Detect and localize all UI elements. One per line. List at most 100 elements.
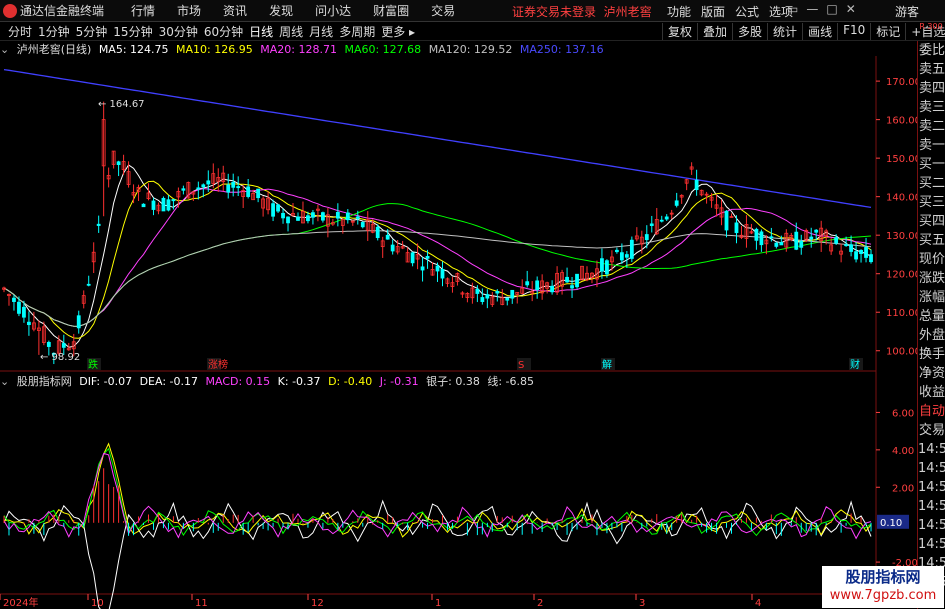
candle-body <box>844 244 849 247</box>
candle-body <box>814 229 819 233</box>
time-axis-label: 10 <box>91 598 104 609</box>
candle-body <box>694 179 699 191</box>
side-item-2[interactable]: 卖四 <box>918 79 945 98</box>
kline-chart[interactable]: 170.00160.00150.00140.00130.00120.00110.… <box>0 0 917 609</box>
price-axis-label: 140.00 <box>886 193 917 204</box>
side-item-11[interactable]: 现价 <box>918 250 945 269</box>
candle-body <box>116 161 121 165</box>
candle-body <box>22 306 26 318</box>
candle-body <box>794 231 799 250</box>
side-item-3[interactable]: 卖三 <box>918 98 945 117</box>
candle-body <box>151 200 156 210</box>
side-item-21[interactable]: 14:56 <box>918 440 945 459</box>
candle-body <box>27 321 31 326</box>
candle-body <box>141 203 146 208</box>
price-axis-label: 120.00 <box>886 270 917 281</box>
candle-body <box>535 280 540 291</box>
side-item-18[interactable]: 收益 <box>918 383 945 402</box>
side-item-8[interactable]: 买三 <box>918 193 945 212</box>
side-item-17[interactable]: 净资 <box>918 364 945 383</box>
side-item-0[interactable]: 委比 <box>918 41 945 60</box>
candle-body <box>525 281 530 286</box>
candle-body <box>799 241 804 248</box>
candle-body <box>575 273 579 288</box>
quote-side-panel: 委比 卖五 卖四 卖三 卖二 卖一 买一 买二 买三 买四 买五 现价 涨跌 涨幅 总量 外盘 换手 净资 收益 自动… <box>917 41 945 609</box>
watermark: 股朋指标网 www.7gpzb.com <box>822 566 944 608</box>
time-axis-label: 1 <box>435 598 441 609</box>
side-item-5[interactable]: 卖一 <box>918 136 945 155</box>
candle-body <box>759 231 764 246</box>
candle-body <box>420 266 425 271</box>
side-item-19[interactable]: 自动 <box>918 402 945 421</box>
event-marker: 解 <box>602 358 612 371</box>
candle-body <box>440 268 445 279</box>
candle-body <box>276 204 280 212</box>
side-item-10[interactable]: 买五 <box>918 231 945 250</box>
side-item-22[interactable]: 14:56 <box>918 459 945 478</box>
candle-body <box>226 184 231 193</box>
candle-body <box>605 260 609 275</box>
candle-body <box>734 222 739 234</box>
price-axis-label: 160.00 <box>886 116 917 127</box>
price-axis-label: 150.00 <box>886 154 917 165</box>
side-item-24[interactable]: 14:56 <box>918 497 945 516</box>
candle-body <box>649 223 654 226</box>
candle-body <box>644 234 649 241</box>
side-item-7[interactable]: 买二 <box>918 174 945 193</box>
side-item-6[interactable]: 买一 <box>918 155 945 174</box>
candle-body <box>96 223 101 226</box>
side-item-1[interactable]: 卖五 <box>918 60 945 79</box>
side-item-4[interactable]: 卖二 <box>918 117 945 136</box>
side-item-13[interactable]: 涨幅 <box>918 288 945 307</box>
candle-body <box>779 242 784 246</box>
side-item-15[interactable]: 外盘 <box>918 326 945 345</box>
candle-body <box>161 197 166 212</box>
candle-body <box>166 199 171 211</box>
side-item-20[interactable]: 交易 <box>918 421 945 440</box>
candle-body <box>355 216 360 219</box>
candle-body <box>201 184 206 188</box>
candle-body <box>86 283 91 286</box>
candle-body <box>385 234 390 240</box>
candle-body <box>17 301 21 314</box>
price-axis-label: 130.00 <box>886 231 917 242</box>
candle-body <box>271 203 275 217</box>
event-marker: S <box>518 360 524 371</box>
ind-axis-label: 4.00 <box>892 446 914 457</box>
time-axis-label: 4 <box>755 598 761 609</box>
candle-body <box>774 242 779 247</box>
candle-body <box>659 219 664 222</box>
event-marker: 财 <box>850 358 860 371</box>
candle-body <box>335 211 340 219</box>
candle-body <box>674 200 679 206</box>
candle-body <box>390 244 395 252</box>
candle-body <box>600 258 604 272</box>
candle-body <box>181 188 186 191</box>
event-marker: 涨榜 <box>208 358 228 371</box>
side-item-16[interactable]: 换手 <box>918 345 945 364</box>
candle-body <box>306 215 310 222</box>
event-marker: 跌 <box>88 358 98 371</box>
side-item-23[interactable]: 14:56 <box>918 478 945 497</box>
candle-body <box>196 187 201 190</box>
candle-body <box>46 341 51 347</box>
candle-body <box>281 212 285 219</box>
side-top-label: R 300 <box>919 22 943 31</box>
candle-body <box>624 254 629 258</box>
candle-body <box>859 249 863 254</box>
candle-body <box>231 181 236 188</box>
time-axis-label: 11 <box>195 598 208 609</box>
candle-body <box>435 265 440 272</box>
candle-body <box>724 210 729 231</box>
side-item-9[interactable]: 买四 <box>918 212 945 231</box>
candle-body <box>296 216 300 221</box>
side-item-12[interactable]: 涨跌 <box>918 269 945 288</box>
side-item-26[interactable]: 14:56 <box>918 535 945 554</box>
side-item-14[interactable]: 总量 <box>918 307 945 326</box>
candle-body <box>345 212 350 221</box>
side-item-25[interactable]: 14:56 <box>918 516 945 535</box>
candle-body <box>664 216 669 220</box>
candle-body <box>769 236 774 239</box>
ma20-line <box>3 188 872 327</box>
time-axis-label: 2024年 <box>3 596 38 609</box>
